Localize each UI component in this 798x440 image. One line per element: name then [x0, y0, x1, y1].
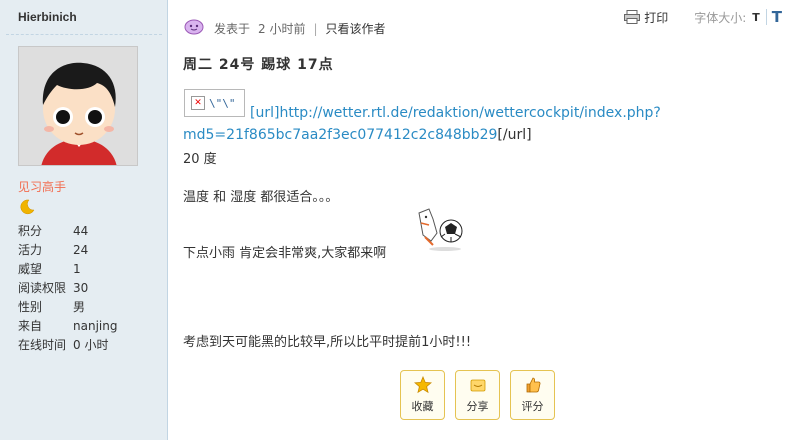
broken-image-icon: ✕: [191, 96, 205, 110]
stat-row-online-time: 在线时间 0 小时: [18, 336, 117, 355]
stat-value: 30: [73, 281, 89, 295]
stat-value: 24: [73, 243, 89, 257]
url-line-1: [url]http://wetter.rtl.de/redaktion/wett…: [250, 105, 661, 121]
user-rank[interactable]: 见习高手: [18, 178, 66, 195]
weather-url-link-continued[interactable]: md5=21f865bc7aa2f3ec077412c2c848bb29: [183, 127, 497, 143]
temperature-line: 20 度: [183, 152, 217, 167]
favorite-button[interactable]: 收藏: [400, 370, 445, 420]
stat-row-read-permission: 阅读权限 30: [18, 279, 117, 298]
stat-label: 威望: [18, 262, 43, 276]
posted-time: 2 小时前: [258, 22, 306, 36]
post-meta: 发表于 2 小时前 | 只看该作者: [214, 20, 386, 37]
divider: [765, 9, 767, 25]
meta-separator: |: [313, 21, 318, 36]
print-icon[interactable]: [624, 10, 641, 24]
weather-line: 温度 和 湿度 都很适合。。。: [183, 190, 339, 205]
posted-label: 发表于: [214, 22, 251, 36]
thumbs-up-icon: [526, 377, 540, 393]
url-line-2: md5=21f865bc7aa2f3ec077412c2c848bb29[/ur…: [183, 127, 532, 143]
font-large-button[interactable]: T: [772, 8, 782, 26]
stat-value: 44: [73, 224, 89, 238]
weather-url-link[interactable]: [url]http://wetter.rtl.de/redaktion/wett…: [250, 105, 661, 121]
share-button[interactable]: 分享: [455, 370, 500, 420]
stat-label: 来自: [18, 319, 43, 333]
author-only-link[interactable]: 只看该作者: [326, 20, 386, 37]
favorite-label: 收藏: [411, 400, 434, 413]
url-close-tag: [/url]: [497, 127, 532, 143]
user-stats: 积分 44 活力 24 威望 1 阅读权限 30 性别 男 来自 nanjing 在线时间 0…: [18, 222, 117, 355]
stat-value: 男: [73, 300, 86, 314]
font-size-label: 字体大小:: [694, 10, 747, 25]
post-tools: 打印 字体大小: T T: [624, 8, 782, 26]
stat-label: 性别: [18, 300, 43, 314]
stat-row-gender: 性别 男: [18, 298, 117, 317]
post-title: 周二 24号 踢球 17点: [183, 57, 334, 73]
rate-label: 评分: [521, 400, 544, 413]
stat-label: 阅读权限: [18, 281, 67, 295]
moon-icon: [18, 198, 36, 216]
stat-row-location: 来自 nanjing: [18, 317, 117, 336]
broken-image-alt: \"\": [209, 96, 236, 110]
avatar-cartoon-boy: [19, 47, 137, 165]
share-label: 分享: [466, 400, 489, 413]
broken-image[interactable]: ✕ \"\": [184, 89, 245, 117]
stat-row-prestige: 威望 1: [18, 260, 117, 279]
post-actions: 收藏 分享 评分: [400, 370, 565, 420]
author-username[interactable]: Hierbinich: [18, 10, 77, 24]
post-mood-icon: [184, 17, 204, 35]
stat-value: 1: [73, 262, 81, 276]
rain-line: 下点小雨 肯定会非常爽,大家都来啊: [183, 246, 387, 261]
rate-button[interactable]: 评分: [510, 370, 555, 420]
early-dark-line: 考虑到天可能黑的比较早,所以比平时提前1小时!!!: [183, 335, 472, 350]
font-small-button[interactable]: T: [752, 11, 760, 24]
stat-value: 0 小时: [73, 338, 109, 352]
post-content: 发表于 2 小时前 | 只看该作者 打印 字体大小: T T 周二 24号 踢球…: [169, 0, 798, 440]
stat-row-vitality: 活力 24: [18, 241, 117, 260]
stat-label: 活力: [18, 243, 43, 257]
stat-row-points: 积分 44: [18, 222, 117, 241]
author-sidebar: Hierbinich 见习高手 积分 44 活力 24 威望 1 阅读权限 30 性别 男…: [0, 0, 168, 440]
stat-label: 在线时间: [18, 338, 67, 352]
football-emoticon: [415, 207, 467, 253]
share-icon: [470, 379, 485, 392]
star-icon: [413, 376, 432, 394]
stat-label: 积分: [18, 224, 43, 238]
divider: [6, 34, 162, 35]
print-link[interactable]: 打印: [644, 9, 668, 26]
stat-value: nanjing: [73, 319, 118, 333]
avatar[interactable]: [18, 46, 138, 166]
